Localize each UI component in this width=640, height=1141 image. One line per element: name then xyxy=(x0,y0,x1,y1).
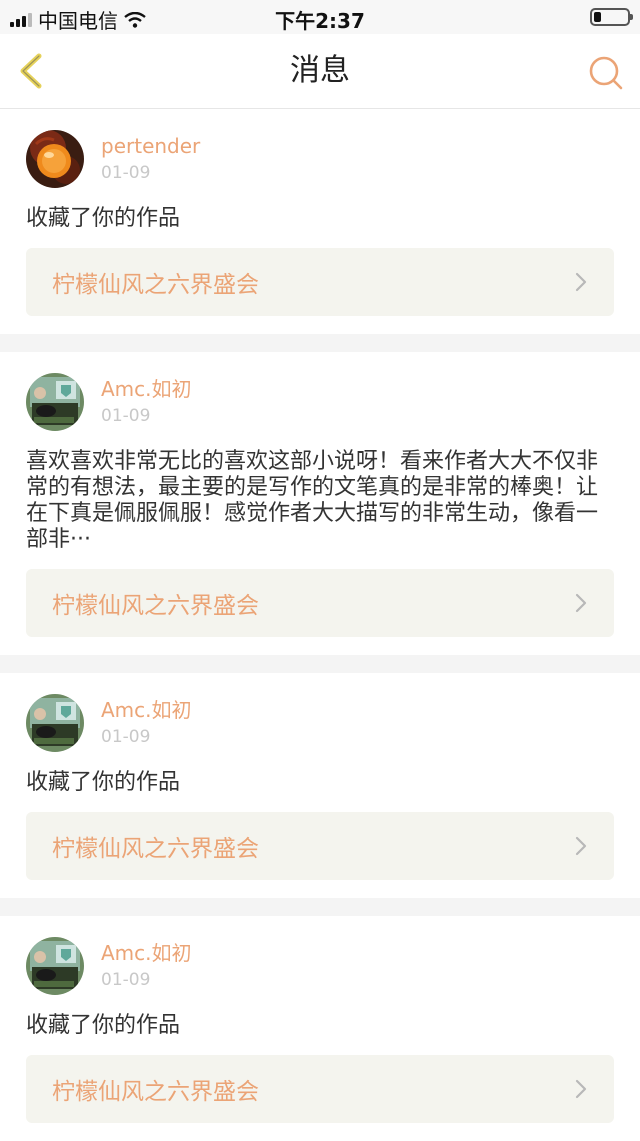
message-date: 01-09 xyxy=(101,727,151,747)
message-meta: Amc.如初 01-09 xyxy=(101,940,192,992)
message-card: Amc.如初 01-09 收藏了你的作品 柠檬仙风之六界盛会 xyxy=(0,673,640,898)
message-content: 收藏了你的作品 xyxy=(26,1013,181,1038)
message-date: 01-09 xyxy=(101,406,151,426)
search-icon[interactable] xyxy=(586,53,626,93)
chevron-right-icon xyxy=(575,593,587,613)
message-meta: pertender 01-09 xyxy=(101,133,200,185)
work-link[interactable]: 柠檬仙风之六界盛会 xyxy=(26,569,614,637)
work-title: 柠檬仙风之六界盛会 xyxy=(52,593,259,619)
message-date: 01-09 xyxy=(101,163,151,183)
message-card: Amc.如初 01-09 喜欢喜欢非常无比的喜欢这部小说呀！看来作者大大不仅非常… xyxy=(0,352,640,655)
orange-avatar-image xyxy=(26,130,84,188)
work-link[interactable]: 柠檬仙风之六界盛会 xyxy=(26,248,614,316)
chevron-right-icon xyxy=(575,1079,587,1099)
status-time: 下午2:37 xyxy=(275,9,365,33)
message-list: pertender 01-09 收藏了你的作品 柠檬仙风之六界盛会 Amc.如初… xyxy=(0,109,640,1141)
message-card: pertender 01-09 收藏了你的作品 柠檬仙风之六界盛会 xyxy=(0,109,640,334)
message-content: 喜欢喜欢非常无比的喜欢这部小说呀！看来作者大大不仅非常的有想法，最主要的是写作的… xyxy=(26,449,599,552)
avatar[interactable] xyxy=(26,694,84,752)
message-header: Amc.如初 01-09 xyxy=(26,693,614,753)
username[interactable]: Amc.如初 xyxy=(101,697,192,723)
battery-level xyxy=(594,12,601,22)
message-content: 收藏了你的作品 xyxy=(26,206,181,231)
message-meta: Amc.如初 01-09 xyxy=(101,697,192,749)
avatar[interactable] xyxy=(26,130,84,188)
message-header: Amc.如初 01-09 xyxy=(26,936,614,996)
message-content: 收藏了你的作品 xyxy=(26,770,181,795)
username[interactable]: pertender xyxy=(101,133,200,159)
work-title: 柠檬仙风之六界盛会 xyxy=(52,836,259,862)
work-title: 柠檬仙风之六界盛会 xyxy=(52,272,259,298)
message-card: Amc.如初 01-09 收藏了你的作品 柠檬仙风之六界盛会 xyxy=(0,916,640,1141)
avatar[interactable] xyxy=(26,937,84,995)
message-date: 01-09 xyxy=(101,970,151,990)
message-meta: Amc.如初 01-09 xyxy=(101,376,192,428)
message-header: Amc.如初 01-09 xyxy=(26,372,614,432)
status-bar: 中国电信 下午2:37 xyxy=(0,0,640,34)
username[interactable]: Amc.如初 xyxy=(101,940,192,966)
chevron-right-icon xyxy=(575,272,587,292)
nav-bar: 消息 xyxy=(0,34,640,109)
chevron-right-icon xyxy=(575,836,587,856)
message-header: pertender 01-09 xyxy=(26,129,614,189)
username[interactable]: Amc.如初 xyxy=(101,376,192,402)
page-title: 消息 xyxy=(290,53,350,88)
work-link[interactable]: 柠檬仙风之六界盛会 xyxy=(26,812,614,880)
photo-avatar-image xyxy=(26,694,84,752)
work-title: 柠檬仙风之六界盛会 xyxy=(52,1079,259,1105)
photo-avatar-image xyxy=(26,373,84,431)
battery-icon xyxy=(590,8,633,26)
avatar[interactable] xyxy=(26,373,84,431)
work-link[interactable]: 柠檬仙风之六界盛会 xyxy=(26,1055,614,1123)
photo-avatar-image xyxy=(26,937,84,995)
